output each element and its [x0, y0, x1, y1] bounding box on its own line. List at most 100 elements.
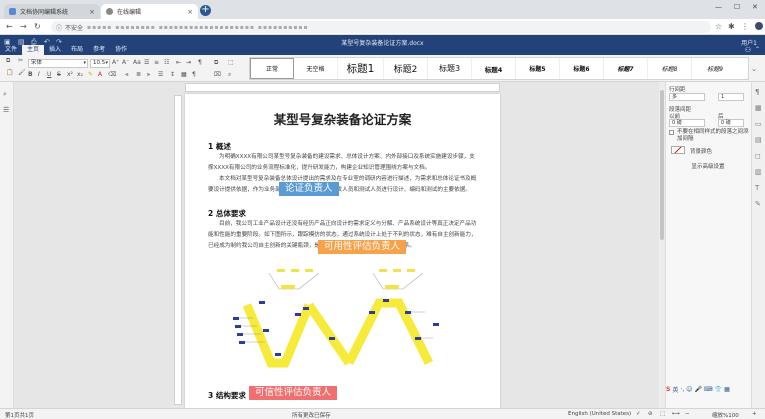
bullets-icon[interactable]: ☰ [144, 59, 149, 66]
forward-arrow-icon[interactable]: → [20, 22, 27, 31]
zoom-out-icon[interactable]: − [685, 411, 690, 417]
share-user-icon[interactable]: ⚇ [745, 46, 751, 54]
menu-file[interactable]: 文件 [0, 45, 22, 55]
nonprinting-marks-icon[interactable]: ¶ [198, 59, 202, 66]
browser-menu-icon[interactable]: ⋮ [741, 22, 749, 31]
increase-indent-icon[interactable]: ⇥ [186, 59, 191, 66]
increase-font-icon[interactable]: A⁺ [112, 59, 119, 66]
paste-icon[interactable]: 📋 [6, 69, 13, 76]
search-icon[interactable]: ⌕ [3, 90, 7, 99]
style-gallery-expand-icon[interactable]: ⌄ [751, 65, 757, 73]
style-heading-9[interactable]: 标题9 [692, 58, 738, 79]
clear-format-icon[interactable]: ⌫ [108, 71, 116, 78]
fit-width-icon[interactable]: ⟷ [672, 411, 680, 417]
font-family-select[interactable]: 宋体 ▾ [28, 59, 88, 68]
menu-layout[interactable]: 布局 [66, 45, 88, 55]
font-size-select[interactable]: 10.5 ▾ [90, 59, 110, 68]
spell-check-icon[interactable]: ✓ [636, 411, 641, 417]
strikethrough-icon[interactable]: S [57, 71, 61, 78]
align-center-icon[interactable]: ≣ [136, 71, 141, 78]
superscript-icon[interactable]: x² [67, 71, 73, 78]
spacing-before-stepper[interactable]: 0 磅 [669, 119, 705, 127]
ime-logo-icon[interactable]: S [666, 386, 670, 393]
reload-icon[interactable]: ↻ [34, 22, 41, 31]
style-heading-5[interactable]: 标题5 [516, 58, 560, 79]
highlight-icon[interactable]: ✎ [88, 71, 93, 78]
profile-avatar-icon[interactable] [755, 22, 763, 30]
fit-page-icon[interactable]: ⬚ [660, 411, 665, 417]
underline-icon[interactable]: U [47, 71, 51, 78]
paragraph-settings-icon[interactable]: ¶ [755, 88, 759, 96]
menu-home[interactable]: 主页 [22, 45, 45, 55]
subscript-icon[interactable]: x₂ [77, 71, 83, 78]
ime-voice-icon[interactable]: 🎤 [694, 386, 701, 393]
ime-punctuation-icon[interactable]: ·, [680, 386, 684, 393]
menu-references[interactable]: 参考 [88, 45, 110, 55]
cut-icon[interactable]: ✂ [18, 57, 23, 64]
style-heading-7[interactable]: 标题7 [604, 58, 648, 79]
background-color-swatch[interactable] [671, 146, 685, 154]
signature-settings-icon[interactable]: ✎ [755, 200, 761, 208]
shape-settings-icon[interactable]: ◻ [755, 152, 761, 160]
spacing-after-stepper[interactable]: 0 磅 [718, 119, 744, 127]
menu-collaborate[interactable]: 协作 [110, 45, 132, 55]
scrollbar-thumb[interactable] [660, 90, 664, 240]
multilevel-list-icon[interactable]: ☷ [164, 59, 169, 66]
numbering-icon[interactable]: ≡ [154, 59, 159, 66]
close-tab-icon[interactable]: × [89, 8, 95, 16]
chart-settings-icon[interactable]: ▥ [755, 168, 762, 176]
ime-keyboard-icon[interactable]: ⌨ [704, 386, 713, 393]
table-settings-icon[interactable]: ▦ [755, 104, 762, 112]
bookmark-star-icon[interactable]: ☆ [715, 22, 722, 31]
font-color-icon[interactable]: A [98, 71, 102, 78]
change-case-icon[interactable]: Aa [133, 59, 141, 66]
style-no-spacing[interactable]: 无空格 [294, 58, 338, 79]
find-replace-icon[interactable]: ⌕ [228, 71, 231, 79]
zoom-level[interactable]: 缩放%100 [712, 411, 739, 419]
style-normal[interactable]: 正常 [250, 58, 294, 79]
align-right-icon[interactable]: ⫸ [147, 71, 150, 79]
copy-style-icon[interactable]: ⧉ [214, 59, 218, 67]
italic-icon[interactable]: I [38, 71, 40, 78]
ime-emoji-icon[interactable]: ☺ [686, 386, 692, 393]
clear-style-icon[interactable]: ⌧ [214, 71, 221, 78]
copy-icon[interactable]: ⧉ [6, 57, 10, 65]
menu-insert[interactable]: 插入 [44, 45, 66, 55]
header-footer-icon[interactable]: ▤ [755, 136, 762, 144]
browser-tab-doc-system[interactable]: 文档协同编辑系统 × [4, 4, 100, 19]
line-spacing-mode-select[interactable]: 多 [669, 93, 705, 101]
comments-icon[interactable]: ☰ [3, 106, 9, 114]
close-window-icon[interactable]: ✕ [752, 3, 758, 11]
select-all-icon[interactable]: ⬚ [228, 59, 234, 66]
line-spacing-icon[interactable]: ↕ [170, 71, 175, 78]
zoom-in-icon[interactable]: + [752, 411, 757, 417]
vertical-ruler[interactable] [174, 95, 182, 405]
url-omnibox[interactable]: ⓘ 不安全 ▪▪▪▪▪ ▪▪▪▪▪▪▪▪ ▪▪▪▪▪▪▪▪▪▪▪▪▪▪▪▪▪▪▪… [51, 21, 711, 33]
no-space-same-style-checkbox[interactable] [669, 130, 674, 135]
decrease-font-icon[interactable]: A⁻ [122, 59, 129, 66]
ime-tools-icon[interactable]: ▦ [724, 386, 730, 393]
language-selector[interactable]: English (United States) [568, 411, 631, 417]
justify-icon[interactable]: ☰ [158, 71, 163, 78]
shading-icon[interactable]: ▦ [181, 71, 187, 78]
browser-tab-online-edit[interactable]: 在线编辑 × [101, 4, 198, 19]
style-heading-4[interactable]: 标题4 [472, 58, 516, 79]
paragraph-settings-icon[interactable]: ¶ [192, 71, 196, 78]
decrease-indent-icon[interactable]: ⇤ [176, 59, 181, 66]
extension-icon[interactable]: ✱ [728, 22, 735, 31]
maximize-window-icon[interactable]: ☐ [734, 3, 740, 11]
back-arrow-icon[interactable]: ← [6, 22, 13, 31]
style-heading-1[interactable]: 标题1 [338, 58, 384, 79]
collapse-ribbon-icon[interactable]: ⌃ [755, 46, 760, 53]
style-heading-2[interactable]: 标题2 [384, 58, 428, 79]
align-left-icon[interactable]: ⫷ [125, 71, 128, 79]
format-painter-icon[interactable]: 🖌 [18, 69, 26, 76]
track-changes-icon[interactable]: ⊘ [648, 411, 653, 417]
new-tab-plus-icon[interactable]: + [200, 5, 211, 16]
info-icon[interactable]: ⓘ [56, 23, 62, 32]
show-advanced-settings-link[interactable]: 显示高级设置 [678, 163, 738, 172]
style-heading-8[interactable]: 标题8 [648, 58, 692, 79]
textart-settings-icon[interactable]: T [755, 184, 759, 192]
line-spacing-value-stepper[interactable]: 1 [718, 93, 744, 101]
close-tab-icon[interactable]: × [187, 8, 193, 16]
